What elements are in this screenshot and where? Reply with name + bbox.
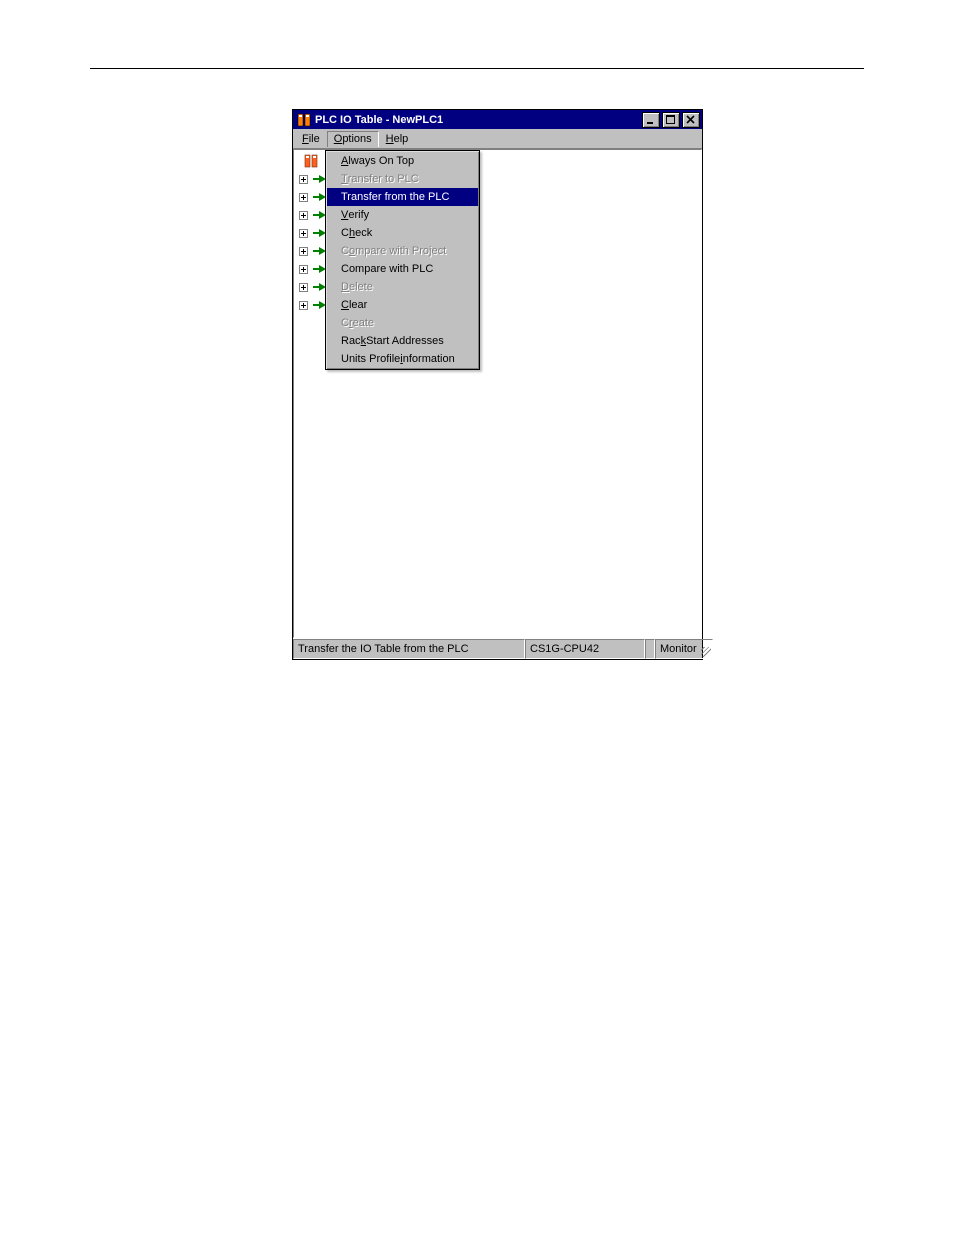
menu-item-label-pre: C (341, 317, 349, 329)
menu-item-rack-start-addresses[interactable]: Rack Start Addresses (327, 332, 478, 350)
menu-item-compare-with-plc[interactable]: Compare with PLC (327, 260, 478, 278)
tree-expand-icon[interactable] (299, 229, 308, 238)
tree-expand-icon[interactable] (299, 247, 308, 256)
menu-item-label-pre: Transfer from the PLC (341, 191, 449, 203)
menu-help[interactable]: Help (379, 131, 416, 147)
menu-item-compare-with-project: Compare with Project (327, 242, 478, 260)
tree-expand-icon[interactable] (299, 301, 308, 310)
menu-item-label-post: nformation (403, 353, 455, 365)
app-icon (296, 112, 312, 128)
menu-item-label-post: erify (348, 209, 369, 221)
menu-item-label-post: Start Addresses (366, 335, 444, 347)
menu-help-post: elp (394, 133, 409, 145)
window-buttons (640, 112, 700, 128)
menu-file-mnemonic: F (302, 133, 309, 145)
menu-item-transfer-from-plc[interactable]: Transfer from the PLC (327, 188, 478, 206)
minimize-button[interactable] (642, 112, 660, 128)
client-area: Always On TopTransfer to PLCTransfer fro… (293, 149, 702, 659)
menu-options[interactable]: Options (327, 131, 379, 147)
menu-item-create: Create (327, 314, 478, 332)
tree-expand-icon[interactable] (299, 265, 308, 274)
status-plc-model: CS1G-CPU42 (525, 639, 645, 659)
menu-item-clear[interactable]: Clear (327, 296, 478, 314)
status-help-text: Transfer the IO Table from the PLC (293, 639, 525, 659)
plc-io-table-window: PLC IO Table - NewPLC1 File Options Help (292, 109, 703, 660)
menu-item-label-pre: C (341, 245, 349, 257)
options-dropdown-menu: Always On TopTransfer to PLCTransfer fro… (325, 150, 480, 370)
tree-expand-icon[interactable] (299, 175, 308, 184)
menu-file[interactable]: File (295, 131, 327, 147)
menu-item-label-pre: Units Profile (341, 353, 400, 365)
menu-item-label-post: lear (349, 299, 367, 311)
menu-item-label-post: mpare with Project (355, 245, 446, 257)
tree-expand-icon[interactable] (299, 193, 308, 202)
maximize-button[interactable] (662, 112, 680, 128)
menu-item-label-post: eate (353, 317, 374, 329)
menu-item-label-pre: Rac (341, 335, 361, 347)
menu-item-check[interactable]: Check (327, 224, 478, 242)
page-horizontal-rule (90, 68, 864, 69)
status-spacer (645, 639, 655, 659)
window-title: PLC IO Table - NewPLC1 (315, 114, 443, 126)
menu-item-delete: Delete (327, 278, 478, 296)
menu-options-post: ptions (342, 133, 371, 145)
menu-item-mnemonic: T (341, 173, 348, 185)
menu-item-units-profile-info[interactable]: Units Profile information (327, 350, 478, 368)
menu-item-transfer-to-plc: Transfer to PLC (327, 170, 478, 188)
tree-view[interactable]: Always On TopTransfer to PLCTransfer fro… (293, 149, 702, 638)
menu-item-label-post: lways On Top (348, 155, 414, 167)
menu-item-mnemonic: A (341, 155, 348, 167)
menu-item-mnemonic: D (341, 281, 349, 293)
menu-file-post: ile (309, 133, 320, 145)
tree-expand-icon[interactable] (299, 211, 308, 220)
menu-item-mnemonic: C (341, 299, 349, 311)
statusbar: Transfer the IO Table from the PLC CS1G-… (293, 638, 702, 659)
menu-item-label-post: elete (349, 281, 373, 293)
menu-item-label-pre: Compare with PLC (341, 263, 433, 275)
close-button[interactable] (682, 112, 700, 128)
io-table-root-icon (304, 154, 318, 168)
menu-item-verify[interactable]: Verify (327, 206, 478, 224)
menu-item-label-post: eck (355, 227, 372, 239)
menubar: File Options Help (293, 129, 702, 149)
menu-item-label-pre: C (341, 227, 349, 239)
menu-item-always-on-top[interactable]: Always On Top (327, 152, 478, 170)
menu-help-mnemonic: H (386, 133, 394, 145)
titlebar[interactable]: PLC IO Table - NewPLC1 (293, 110, 702, 129)
menu-item-mnemonic: V (341, 209, 348, 221)
menu-item-label-post: ransfer to PLC (348, 173, 419, 185)
tree-expand-icon[interactable] (299, 283, 308, 292)
